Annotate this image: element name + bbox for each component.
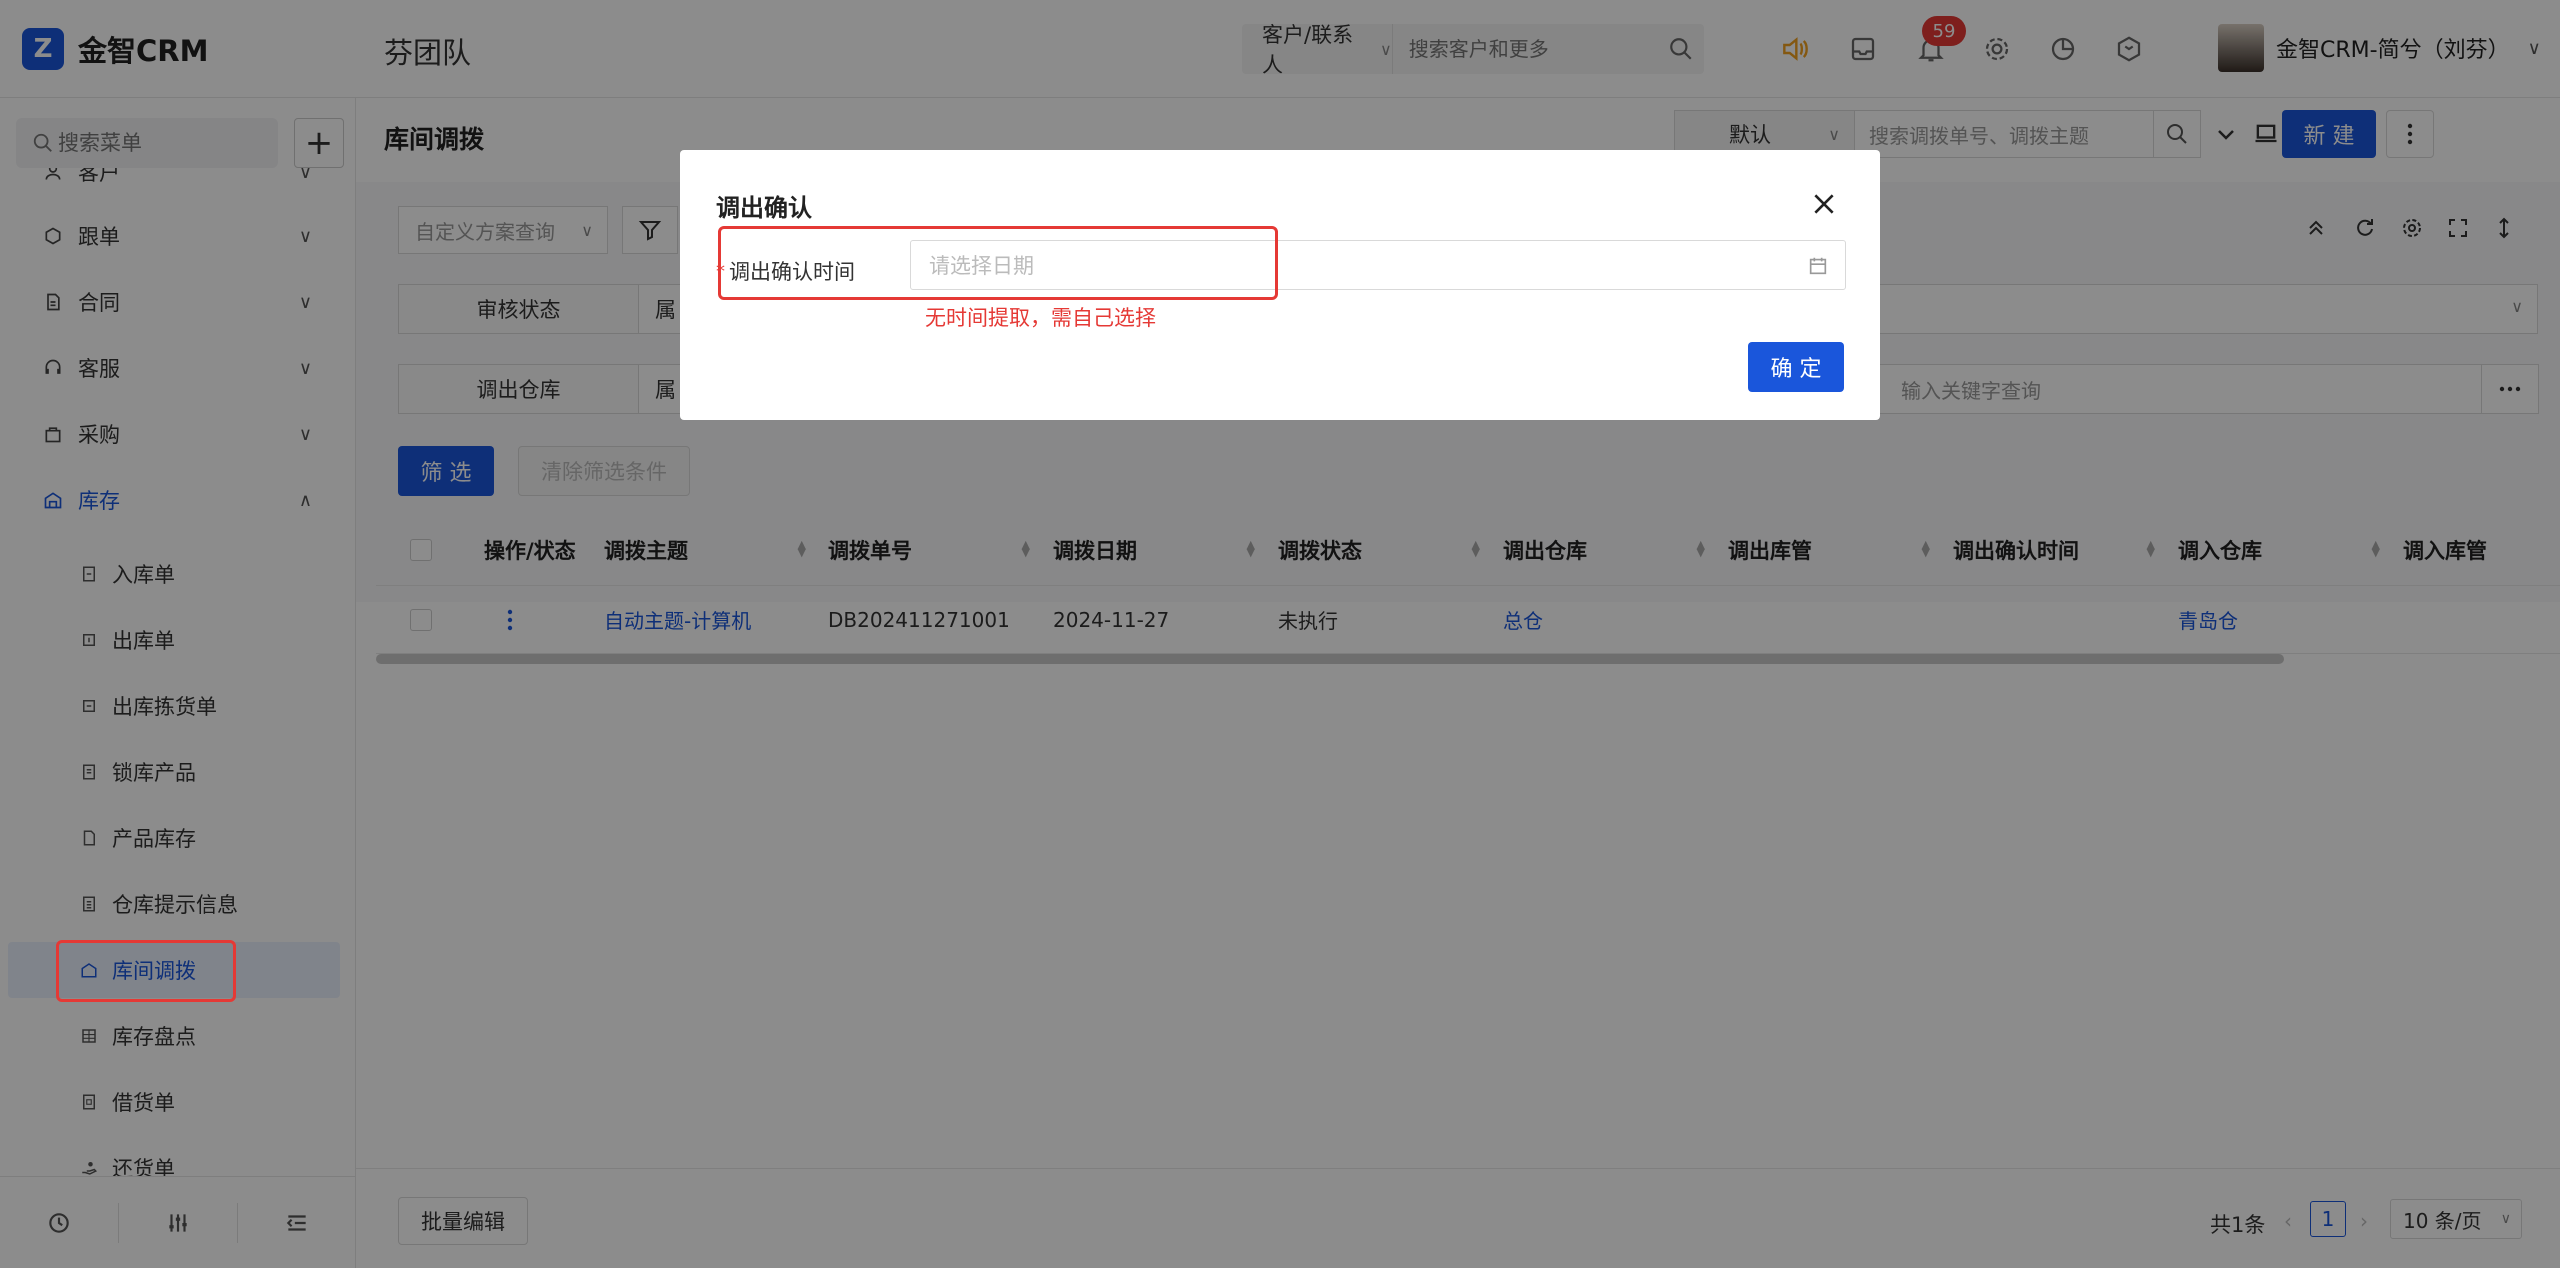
sidebar-highlight-box — [56, 940, 236, 1002]
close-icon[interactable] — [1804, 184, 1844, 224]
annotation-highlight-box — [718, 226, 1278, 300]
confirm-button[interactable]: 确 定 — [1748, 342, 1844, 392]
dialog-title: 调出确认 — [716, 194, 812, 222]
calendar-icon — [1807, 255, 1829, 282]
annotation-text: 无时间提取，需自己选择 — [925, 306, 1156, 330]
